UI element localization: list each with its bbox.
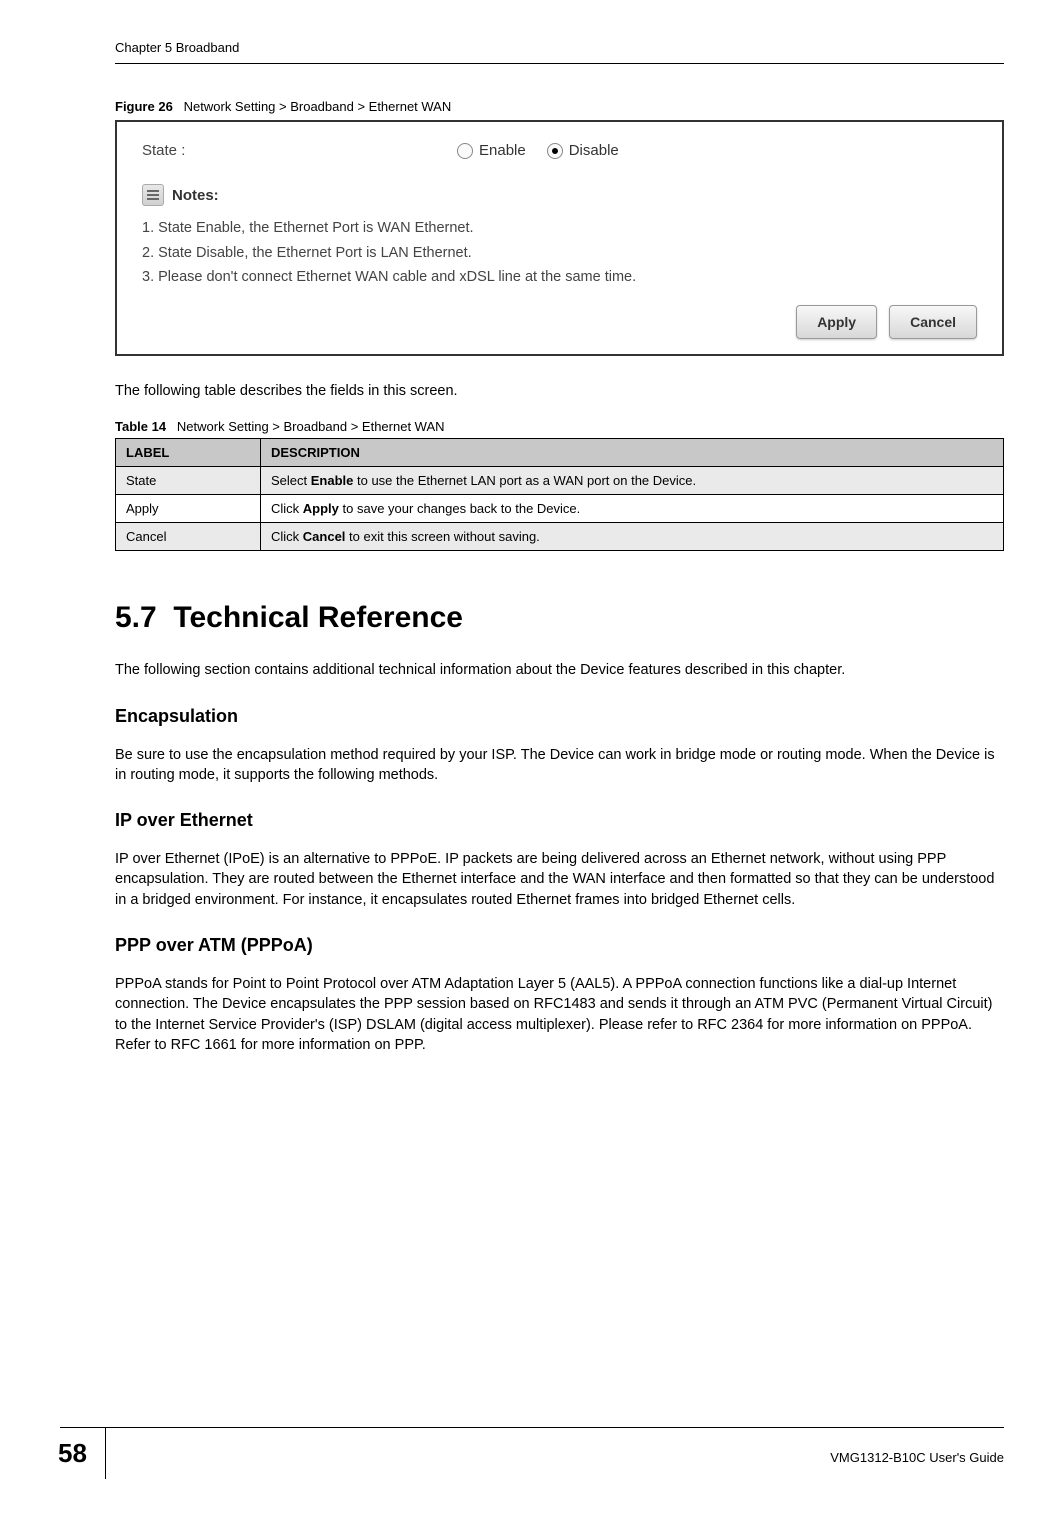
figure-title: Network Setting > Broadband > Ethernet W… bbox=[184, 99, 452, 114]
figure-caption: Figure 26 Network Setting > Broadband > … bbox=[115, 99, 1004, 114]
pppoa-heading: PPP over ATM (PPPoA) bbox=[115, 935, 1004, 956]
notes-title: Notes: bbox=[172, 187, 219, 204]
section-number: 5.7 bbox=[115, 601, 157, 634]
note-item-1: 1. State Enable, the Ethernet Port is WA… bbox=[142, 216, 977, 241]
table-intro-text: The following table describes the fields… bbox=[115, 381, 1004, 401]
header-divider bbox=[115, 63, 1004, 64]
notes-icon bbox=[142, 184, 164, 206]
pppoa-text: PPPoA stands for Point to Point Protocol… bbox=[115, 974, 1004, 1055]
guide-name: VMG1312-B10C User's Guide bbox=[830, 1442, 1004, 1465]
table-cell-label: State bbox=[116, 467, 261, 495]
page-footer: 58 VMG1312-B10C User's Guide bbox=[0, 1427, 1064, 1479]
apply-button[interactable]: Apply bbox=[796, 305, 877, 339]
table-cell-label: Apply bbox=[116, 495, 261, 523]
table-row: Cancel Click Cancel to exit this screen … bbox=[116, 523, 1004, 551]
section-heading: 5.7 Technical Reference bbox=[115, 601, 1004, 635]
encapsulation-heading: Encapsulation bbox=[115, 706, 1004, 727]
ipoe-text: IP over Ethernet (IPoE) is an alternativ… bbox=[115, 849, 1004, 910]
table-number: Table 14 bbox=[115, 419, 166, 434]
figure-number: Figure 26 bbox=[115, 99, 173, 114]
ipoe-heading: IP over Ethernet bbox=[115, 810, 1004, 831]
radio-disable[interactable] bbox=[547, 143, 563, 159]
encapsulation-text: Be sure to use the encapsulation method … bbox=[115, 745, 1004, 786]
table-header-label: LABEL bbox=[116, 439, 261, 467]
section-title: Technical Reference bbox=[173, 601, 463, 634]
table-title: Network Setting > Broadband > Ethernet W… bbox=[177, 419, 445, 434]
radio-enable-label: Enable bbox=[479, 142, 526, 159]
radio-enable[interactable] bbox=[457, 143, 473, 159]
table-header-description: DESCRIPTION bbox=[261, 439, 1004, 467]
section-intro: The following section contains additiona… bbox=[115, 660, 1004, 680]
table-caption: Table 14 Network Setting > Broadband > E… bbox=[115, 419, 1004, 434]
table-cell-label: Cancel bbox=[116, 523, 261, 551]
note-item-2: 2. State Disable, the Ethernet Port is L… bbox=[142, 241, 977, 266]
table-cell-desc: Click Cancel to exit this screen without… bbox=[261, 523, 1004, 551]
table-row: Apply Click Apply to save your changes b… bbox=[116, 495, 1004, 523]
description-table: LABEL DESCRIPTION State Select Enable to… bbox=[115, 438, 1004, 551]
table-cell-desc: Select Enable to use the Ethernet LAN po… bbox=[261, 467, 1004, 495]
table-row: State Select Enable to use the Ethernet … bbox=[116, 467, 1004, 495]
chapter-header: Chapter 5 Broadband bbox=[115, 40, 1004, 55]
radio-disable-label: Disable bbox=[569, 142, 619, 159]
table-cell-desc: Click Apply to save your changes back to… bbox=[261, 495, 1004, 523]
page-number: 58 bbox=[40, 1428, 106, 1479]
screenshot-panel: State : Enable Disable Notes: 1. State E… bbox=[115, 120, 1004, 356]
cancel-button[interactable]: Cancel bbox=[889, 305, 977, 339]
note-item-3: 3. Please don't connect Ethernet WAN cab… bbox=[142, 265, 977, 290]
state-label: State : bbox=[142, 142, 457, 159]
